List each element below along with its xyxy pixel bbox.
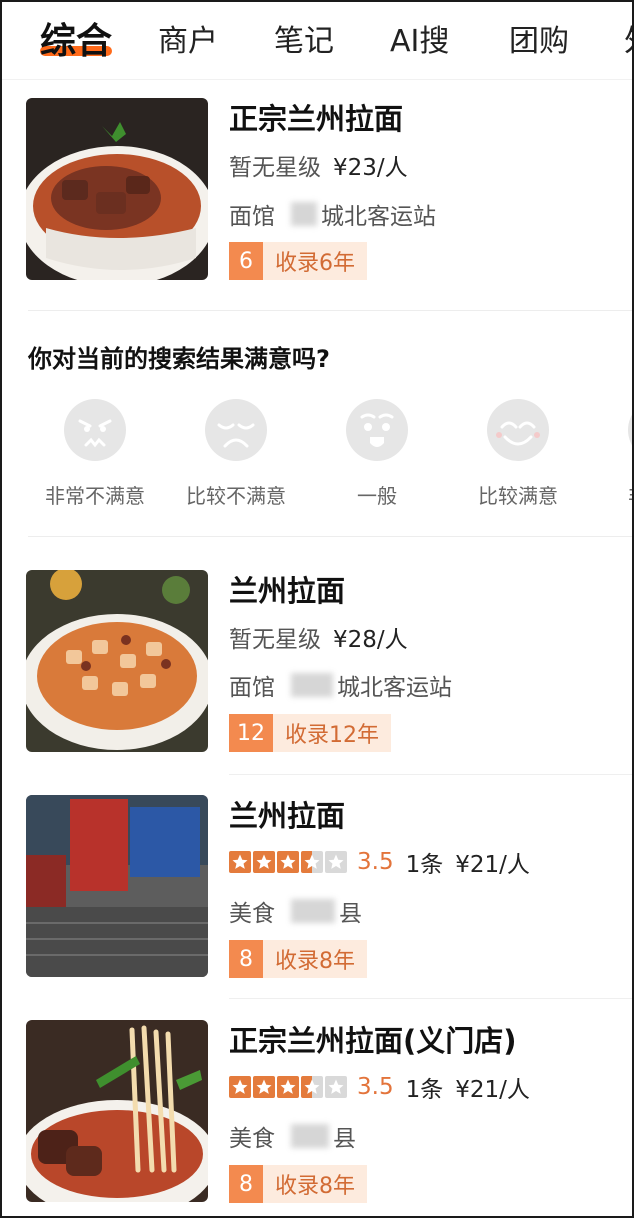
location: 城北客运站	[321, 204, 436, 230]
blurred-location	[291, 673, 333, 697]
blurred-location	[291, 202, 317, 226]
category-location-row: 美食 县	[229, 1119, 356, 1153]
review-count: 1条	[405, 852, 444, 878]
category-location-row: 面馆 城北客运站	[229, 197, 436, 231]
location: 城北客运站	[337, 675, 452, 701]
blurred-location	[291, 899, 335, 923]
category-location-row: 美食 县	[229, 894, 362, 928]
badge-text: 收录8年	[263, 1165, 367, 1203]
badge-text: 收录12年	[273, 714, 391, 752]
survey-option-label[interactable]: 非常不满意	[45, 480, 145, 509]
category: 美食	[229, 1126, 275, 1152]
category-location-row: 面馆 城北客运站	[229, 668, 452, 702]
shop-name[interactable]: 兰州拉面	[229, 568, 345, 610]
location: 县	[339, 901, 362, 927]
listed-years-badge: 8 收录8年	[229, 940, 367, 978]
avg-price: ¥28/人	[333, 627, 408, 653]
divider	[28, 310, 632, 311]
tab-takeout[interactable]: 外	[624, 16, 632, 60]
shop-photo	[26, 1020, 208, 1202]
rating-text: 暂无星级	[229, 155, 321, 181]
tab-group-buy[interactable]: 团购	[509, 16, 569, 60]
half-star-icon	[301, 1076, 323, 1098]
rating-price-row: 暂无星级 ¥28/人	[229, 620, 408, 654]
avg-price: ¥21/人	[455, 1077, 530, 1103]
rating-price-row: 3.5 1条 ¥21/人	[229, 845, 530, 879]
badge-number: 6	[229, 242, 263, 280]
half-star-icon	[301, 851, 323, 873]
shop-photo	[26, 795, 208, 977]
shop-photo	[26, 570, 208, 752]
tab-comprehensive[interactable]: 综合	[40, 12, 112, 64]
listed-years-badge: 8 收录8年	[229, 1165, 367, 1203]
star-icon	[277, 1076, 299, 1098]
category: 面馆	[229, 675, 275, 701]
star-icon	[229, 1076, 251, 1098]
badge-text: 收录6年	[263, 242, 367, 280]
badge-number: 12	[229, 714, 273, 752]
tab-merchants[interactable]: 商户	[158, 16, 218, 60]
avg-price: ¥21/人	[455, 852, 530, 878]
shop-name[interactable]: 正宗兰州拉面(义门店)	[229, 1018, 517, 1060]
badge-number: 8	[229, 940, 263, 978]
score: 3.5	[357, 1074, 394, 1100]
survey-option-label[interactable]: 一般	[357, 480, 397, 509]
review-count: 1条	[405, 1077, 444, 1103]
app-frame: 综合 商户 笔记 AI搜 团购 外 正宗兰州拉面 暂无星级 ¥23/人	[0, 0, 634, 1218]
listed-years-badge: 6 收录6年	[229, 242, 367, 280]
star-icon	[253, 1076, 275, 1098]
rating-price-row: 3.5 1条 ¥21/人	[229, 1070, 530, 1104]
score: 3.5	[357, 849, 394, 875]
empty-star-icon	[325, 851, 347, 873]
star-rating	[229, 851, 347, 873]
rating-price-row: 暂无星级 ¥23/人	[229, 148, 408, 182]
blurred-location	[291, 1124, 329, 1148]
category: 美食	[229, 901, 275, 927]
sad-face-icon[interactable]	[205, 399, 267, 461]
star-icon	[277, 851, 299, 873]
survey-option-label[interactable]: 比较满意	[478, 480, 558, 509]
star-icon	[229, 851, 251, 873]
empty-star-icon	[325, 1076, 347, 1098]
survey-option-label[interactable]: 非	[628, 480, 632, 509]
divider	[229, 998, 632, 999]
tab-ai-search[interactable]: AI搜	[390, 16, 449, 60]
star-rating	[229, 1076, 347, 1098]
shop-name[interactable]: 兰州拉面	[229, 793, 345, 835]
listed-years-badge: 12 收录12年	[229, 714, 391, 752]
star-icon	[253, 851, 275, 873]
badge-text: 收录8年	[263, 940, 367, 978]
category: 面馆	[229, 204, 275, 230]
shop-photo	[26, 98, 208, 280]
search-tab-bar: 综合 商户 笔记 AI搜 团购 外	[2, 2, 632, 80]
tab-notes[interactable]: 笔记	[274, 16, 334, 60]
smile-face-icon[interactable]	[487, 399, 549, 461]
neutral-face-icon[interactable]	[346, 399, 408, 461]
angry-face-icon[interactable]	[64, 399, 126, 461]
avg-price: ¥23/人	[333, 155, 408, 181]
divider	[229, 774, 632, 775]
survey-option-label[interactable]: 比较不满意	[186, 480, 286, 509]
shop-name[interactable]: 正宗兰州拉面	[229, 96, 403, 138]
location: 县	[333, 1126, 356, 1152]
badge-number: 8	[229, 1165, 263, 1203]
survey-question: 你对当前的搜索结果满意吗?	[28, 345, 330, 373]
divider	[28, 536, 632, 537]
happy-face-icon[interactable]	[628, 399, 632, 461]
rating-text: 暂无星级	[229, 627, 321, 653]
